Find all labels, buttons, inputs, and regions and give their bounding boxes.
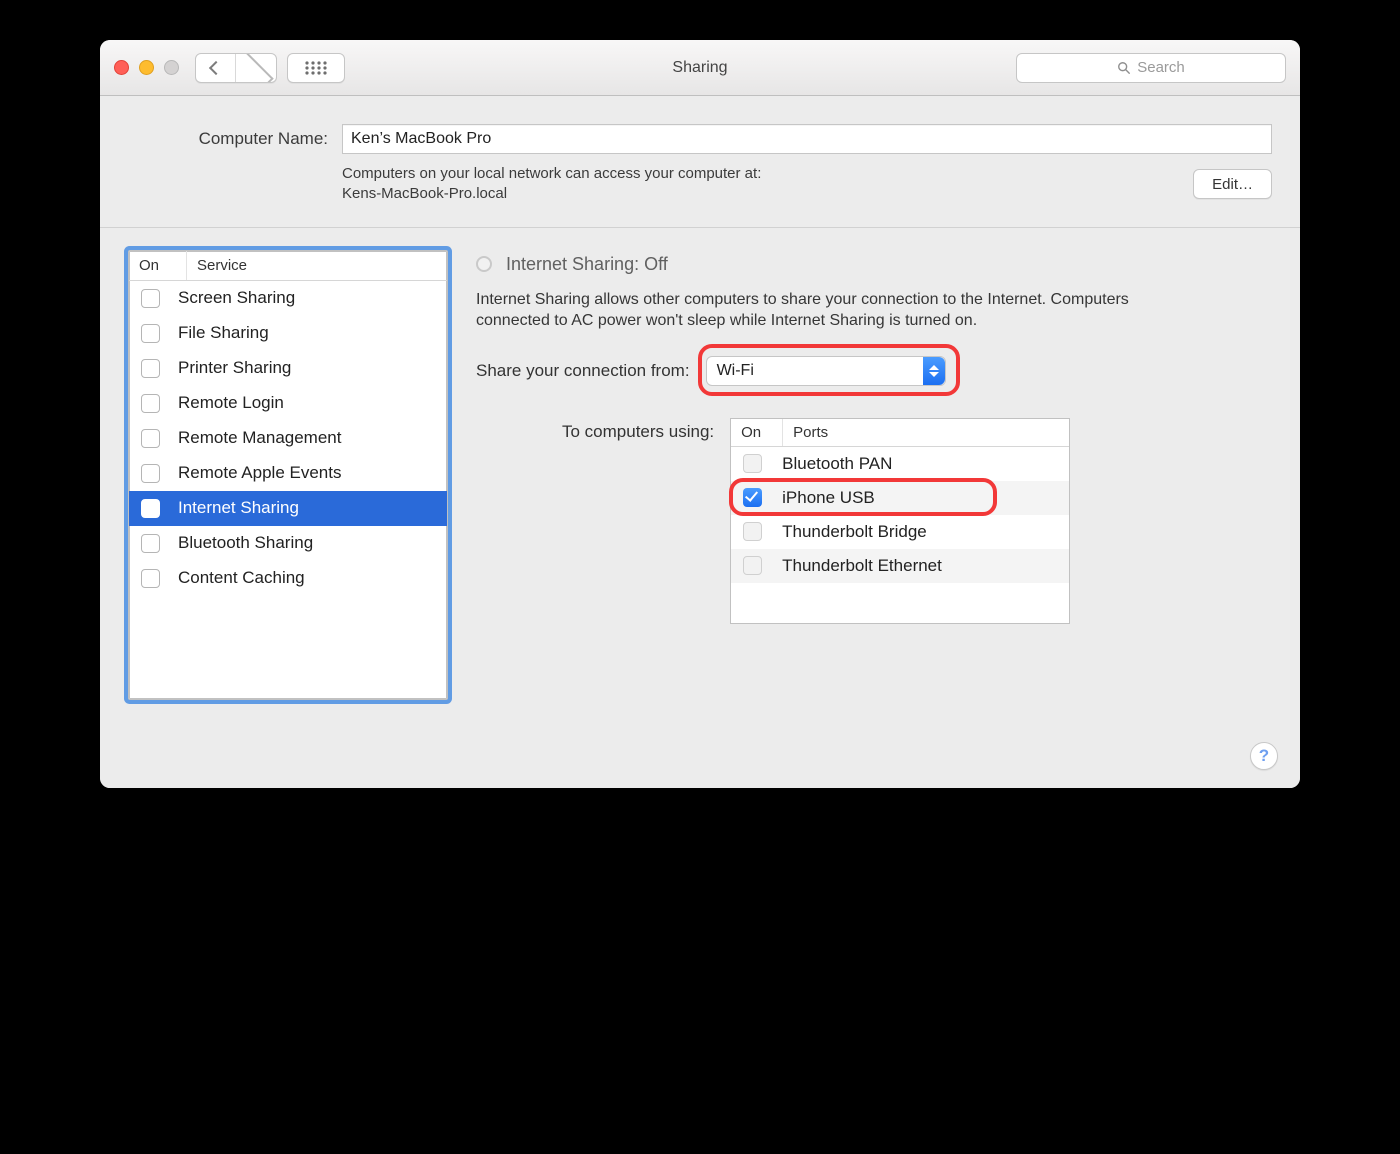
- service-name: Content Caching: [178, 568, 305, 588]
- service-on-checkbox[interactable]: [141, 534, 160, 553]
- computer-name-description: Computers on your local network can acce…: [342, 164, 761, 205]
- status-title: Internet Sharing: Off: [506, 254, 668, 275]
- help-button[interactable]: ?: [1250, 742, 1278, 770]
- service-on-checkbox[interactable]: [141, 499, 160, 518]
- port-name: Thunderbolt Ethernet: [782, 556, 942, 576]
- service-row[interactable]: Remote Apple Events: [129, 456, 447, 491]
- ports-header-on: On: [731, 419, 783, 446]
- services-table[interactable]: On Service Screen Sharing File Sharing Pri…: [128, 250, 448, 700]
- service-row[interactable]: Remote Login: [129, 386, 447, 421]
- service-row[interactable]: Content Caching: [129, 561, 447, 596]
- service-name: File Sharing: [178, 323, 269, 343]
- window-minimize-button[interactable]: [139, 60, 154, 75]
- service-name: Remote Login: [178, 393, 284, 413]
- window-close-button[interactable]: [114, 60, 129, 75]
- port-row[interactable]: iPhone USB: [731, 481, 1069, 515]
- computer-name-field[interactable]: [342, 124, 1272, 154]
- service-name: Internet Sharing: [178, 498, 299, 518]
- services-header-on: On: [129, 251, 187, 280]
- titlebar: Sharing Search: [100, 40, 1300, 96]
- chevron-right-icon: [238, 53, 273, 83]
- share-from-value: Wi-Fi: [717, 362, 754, 380]
- stepper-icon: [923, 357, 945, 385]
- port-row[interactable]: Bluetooth PAN: [731, 447, 1069, 481]
- service-name: Remote Apple Events: [178, 463, 341, 483]
- port-row[interactable]: Thunderbolt Bridge: [731, 515, 1069, 549]
- service-row[interactable]: Screen Sharing: [129, 281, 447, 316]
- port-on-checkbox[interactable]: [743, 556, 762, 575]
- share-from-popup[interactable]: Wi-Fi: [706, 356, 946, 386]
- service-row[interactable]: Printer Sharing: [129, 351, 447, 386]
- service-on-checkbox[interactable]: [141, 569, 160, 588]
- service-on-checkbox[interactable]: [141, 394, 160, 413]
- port-on-checkbox[interactable]: [743, 488, 762, 507]
- port-name: Bluetooth PAN: [782, 454, 892, 474]
- to-using-label: To computers using:: [562, 422, 714, 442]
- port-name: Thunderbolt Bridge: [782, 522, 927, 542]
- computer-name-label: Computer Name:: [128, 129, 328, 149]
- ports-header-ports: Ports: [783, 419, 1069, 446]
- body: On Service Screen Sharing File Sharing Pri…: [100, 228, 1300, 788]
- services-header-service: Service: [187, 251, 447, 280]
- service-name: Bluetooth Sharing: [178, 533, 313, 553]
- status-indicator-icon: [476, 256, 492, 272]
- service-name: Printer Sharing: [178, 358, 291, 378]
- port-on-checkbox[interactable]: [743, 454, 762, 473]
- port-on-checkbox[interactable]: [743, 522, 762, 541]
- service-row[interactable]: Internet Sharing: [129, 491, 447, 526]
- grid-icon: [305, 61, 327, 75]
- chevron-left-icon: [208, 60, 222, 74]
- service-status: Internet Sharing: Off: [476, 254, 1272, 275]
- detail-panel: Internet Sharing: Off Internet Sharing a…: [476, 250, 1272, 760]
- service-row[interactable]: File Sharing: [129, 316, 447, 351]
- traffic-lights: [114, 60, 179, 75]
- ports-table-header: On Ports: [731, 419, 1069, 447]
- share-from-label: Share your connection from:: [476, 361, 690, 381]
- service-name: Remote Management: [178, 428, 341, 448]
- ports-table[interactable]: On Ports Bluetooth PAN iPhone USB Thunderb…: [730, 418, 1070, 624]
- sharing-preferences-window: Sharing Search Computer Name: Computers …: [100, 40, 1300, 788]
- service-name: Screen Sharing: [178, 288, 295, 308]
- service-on-checkbox[interactable]: [141, 359, 160, 378]
- service-row[interactable]: Remote Management: [129, 421, 447, 456]
- services-table-header: On Service: [129, 251, 447, 281]
- service-on-checkbox[interactable]: [141, 324, 160, 343]
- search-icon: [1117, 61, 1131, 75]
- service-on-checkbox[interactable]: [141, 289, 160, 308]
- edit-button[interactable]: Edit…: [1193, 169, 1272, 199]
- nav-back-forward: [195, 53, 277, 83]
- service-description: Internet Sharing allows other computers …: [476, 289, 1156, 332]
- forward-button[interactable]: [236, 54, 276, 82]
- service-on-checkbox[interactable]: [141, 464, 160, 483]
- window-zoom-button[interactable]: [164, 60, 179, 75]
- service-row[interactable]: Bluetooth Sharing: [129, 526, 447, 561]
- port-row[interactable]: Thunderbolt Ethernet: [731, 549, 1069, 583]
- search-placeholder: Search: [1137, 59, 1185, 76]
- back-button[interactable]: [196, 54, 236, 82]
- search-input[interactable]: Search: [1016, 53, 1286, 83]
- port-name: iPhone USB: [782, 488, 875, 508]
- show-all-button[interactable]: [287, 53, 345, 83]
- computer-name-panel: Computer Name: Computers on your local n…: [100, 96, 1300, 228]
- service-on-checkbox[interactable]: [141, 429, 160, 448]
